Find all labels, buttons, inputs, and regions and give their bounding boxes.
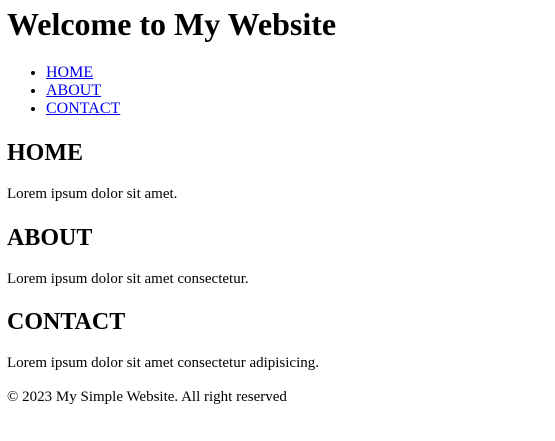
about-text: Lorem ipsum dolor sit amet consectetur. <box>7 271 249 287</box>
home-heading: HOME <box>7 140 83 166</box>
nav-item-about: ABOUT <box>46 82 120 100</box>
main-nav: HOME ABOUT CONTACT <box>7 64 120 118</box>
page: Welcome to My Website HOME ABOUT CONTACT… <box>7 0 547 405</box>
contact-heading: CONTACT <box>7 309 126 335</box>
nav-link-home[interactable]: HOME <box>46 64 93 81</box>
home-text: Lorem ipsum dolor sit amet. <box>7 186 178 202</box>
nav-item-contact: CONTACT <box>46 100 120 118</box>
about-heading: ABOUT <box>7 225 93 251</box>
nav-link-about[interactable]: ABOUT <box>46 82 101 99</box>
nav-item-home: HOME <box>46 64 120 82</box>
contact-text: Lorem ipsum dolor sit amet consectetur a… <box>7 355 320 371</box>
nav-list: HOME ABOUT CONTACT <box>7 64 120 118</box>
page-title: Welcome to My Website <box>7 6 337 42</box>
footer-copyright: © 2023 My Simple Website. All right rese… <box>7 389 287 405</box>
nav-link-contact[interactable]: CONTACT <box>46 100 120 117</box>
